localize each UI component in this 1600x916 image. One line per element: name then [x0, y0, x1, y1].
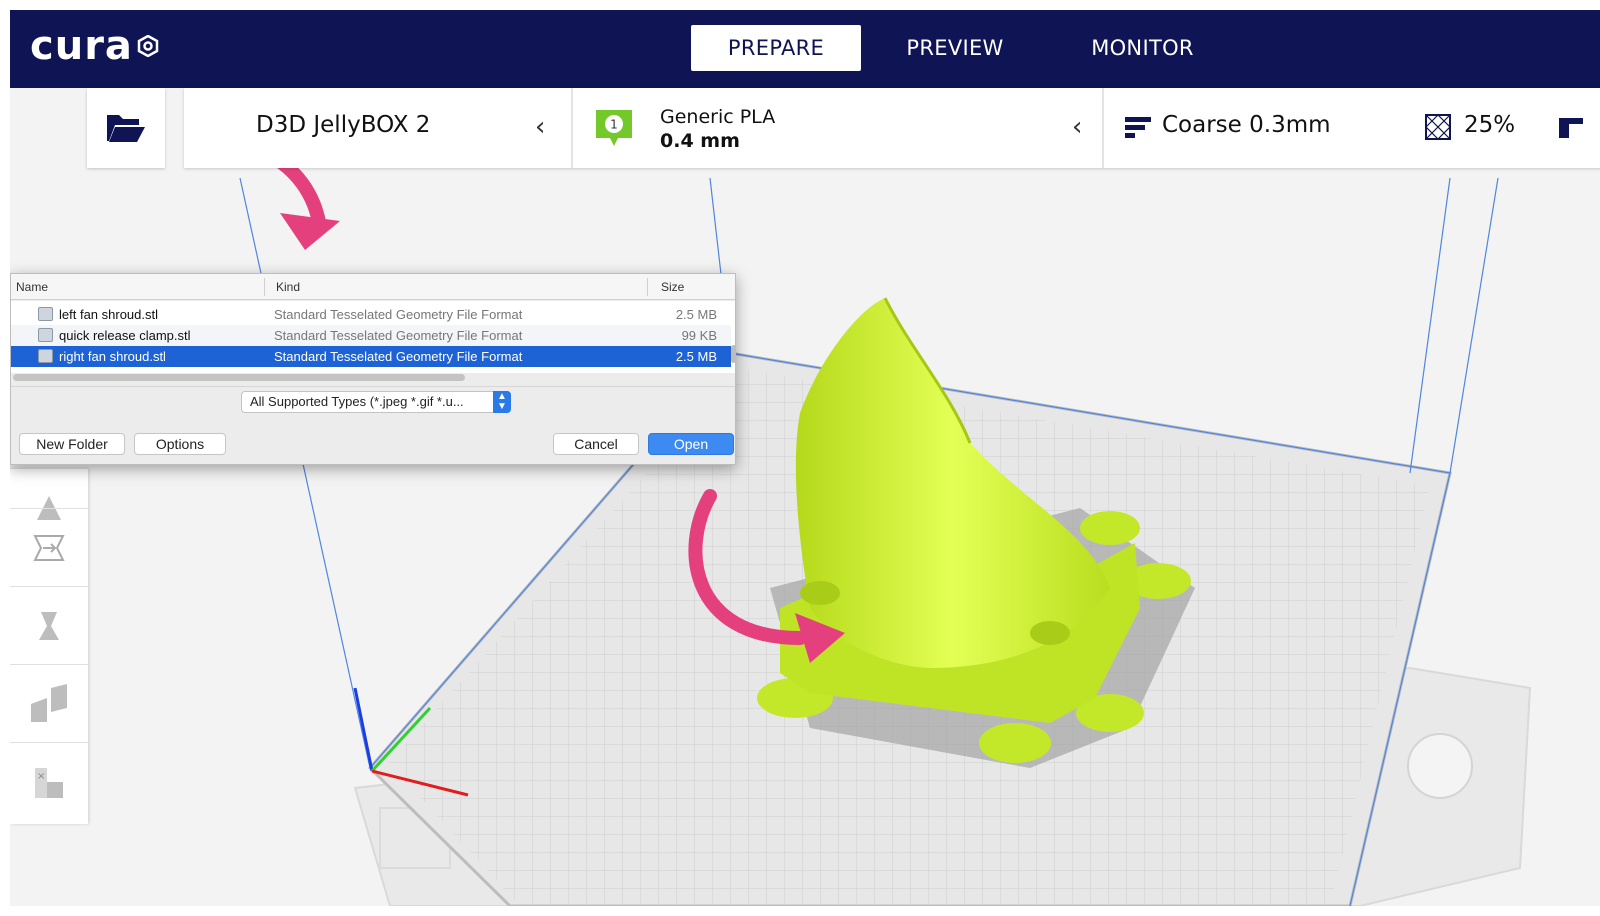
tab-preview[interactable]: PREVIEW	[880, 25, 1030, 71]
print-setup-toolbar: D3D JellyBOX 2 ‹ 1 Generic PLA 0.4 mm ‹ …	[184, 88, 1600, 168]
file-name: right fan shroud.stl	[59, 349, 166, 364]
infill-percentage[interactable]: 25%	[1464, 112, 1515, 138]
options-button[interactable]: Options	[134, 433, 226, 455]
file-list-header	[11, 274, 735, 300]
column-header-name[interactable]: Name	[16, 274, 48, 300]
open-file-dialog: Name Kind Size left fan shroud.stl Stand…	[10, 273, 736, 465]
file-type-select[interactable]: All Supported Types (*.jpeg *.gif *.u...…	[241, 391, 511, 413]
horizontal-scrollbar[interactable]	[13, 374, 465, 381]
printer-selector[interactable]: D3D JellyBOX 2	[256, 112, 430, 138]
file-name: left fan shroud.stl	[59, 307, 158, 322]
chevron-left-icon[interactable]: ‹	[1072, 112, 1082, 142]
cura-logo: cura	[30, 24, 159, 68]
cura-logo-icon	[137, 35, 159, 57]
column-header-kind[interactable]: Kind	[276, 274, 300, 300]
file-row[interactable]: quick release clamp.stl Standard Tessela…	[11, 325, 731, 346]
file-name: quick release clamp.stl	[59, 328, 191, 343]
file-kind: Standard Tesselated Geometry File Format	[274, 349, 523, 364]
stl-file-icon	[38, 328, 53, 342]
dialog-divider	[11, 386, 735, 387]
infill-icon	[1425, 114, 1451, 140]
file-size: 2.5 MB	[675, 307, 717, 322]
column-separator	[647, 278, 648, 296]
support-icon[interactable]	[1557, 114, 1583, 140]
vertical-scrollbar[interactable]	[731, 345, 736, 363]
rotate-tool-icon	[39, 611, 59, 640]
left-tool-panel: ×	[10, 468, 88, 824]
rotate-tool[interactable]	[10, 586, 88, 664]
open-folder-icon	[107, 115, 145, 142]
material-name[interactable]: Generic PLA	[660, 106, 775, 128]
extruder-number: 1	[610, 118, 618, 132]
cura-app-window: cura PREPARE PREVIEW MONITOR × D3D Jelly…	[10, 10, 1600, 906]
file-row[interactable]: left fan shroud.stl Standard Tesselated …	[11, 304, 731, 325]
file-size: 99 KB	[681, 328, 717, 343]
open-file-button[interactable]	[87, 88, 165, 168]
new-folder-button[interactable]: New Folder	[19, 433, 125, 455]
material-badge[interactable]: 1	[594, 108, 634, 152]
file-kind: Standard Tesselated Geometry File Format	[274, 328, 523, 343]
arrow-head-top	[280, 213, 340, 250]
profile-bars-icon	[1125, 117, 1151, 138]
svg-text:×: ×	[37, 771, 45, 782]
column-separator	[264, 278, 265, 296]
tab-monitor[interactable]: MONITOR	[1065, 25, 1220, 71]
toolbar-divider	[1102, 88, 1104, 168]
toolbar-divider	[571, 88, 573, 168]
file-size: 2.5 MB	[675, 349, 717, 364]
header-bar: cura PREPARE PREVIEW MONITOR	[10, 10, 1600, 88]
material-badge-icon: 1	[596, 110, 632, 146]
stl-file-icon	[38, 349, 53, 363]
mirror-tool[interactable]	[10, 664, 88, 742]
open-button[interactable]: Open	[648, 433, 734, 455]
per-model-settings-tool[interactable]: ×	[10, 742, 88, 820]
quality-profile[interactable]: Coarse 0.3mm	[1162, 112, 1331, 138]
logo-text: cura	[30, 23, 133, 69]
cancel-button[interactable]: Cancel	[553, 433, 639, 455]
file-list: left fan shroud.stl Standard Tesselated …	[11, 301, 735, 373]
scale-tool[interactable]	[10, 508, 88, 586]
file-type-value: All Supported Types (*.jpeg *.gif *.u...	[250, 394, 464, 409]
mirror-tool-icon	[31, 683, 67, 722]
per-model-settings-icon: ×	[35, 767, 63, 798]
file-kind: Standard Tesselated Geometry File Format	[274, 307, 523, 322]
select-arrows-icon: ▲ ▼	[493, 391, 511, 413]
scale-tool-icon	[33, 534, 65, 561]
stl-file-icon	[38, 307, 53, 321]
chevron-left-icon[interactable]: ‹	[535, 112, 545, 142]
tab-prepare[interactable]: PREPARE	[691, 25, 861, 71]
file-row-selected[interactable]: right fan shroud.stl Standard Tesselated…	[11, 346, 731, 367]
nozzle-size: 0.4 mm	[660, 130, 740, 152]
column-header-size[interactable]: Size	[661, 274, 684, 300]
